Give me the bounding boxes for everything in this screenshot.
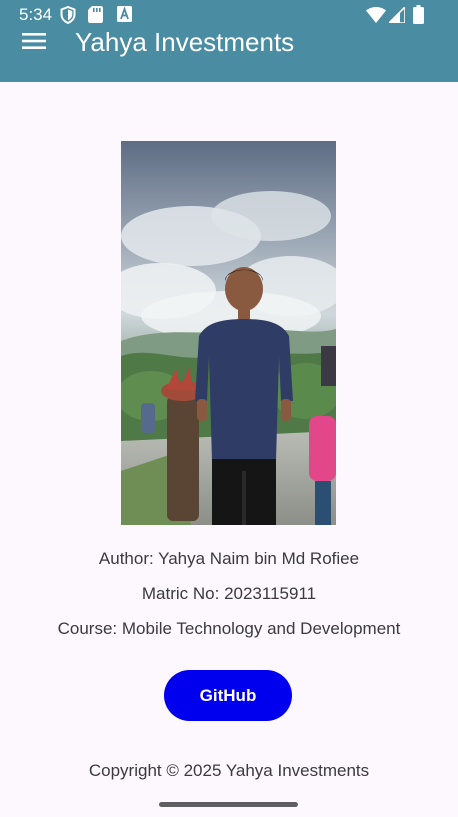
hamburger-menu-button[interactable] [14, 24, 54, 58]
sd-card-icon [88, 6, 103, 23]
status-time: 5:34 [19, 5, 53, 24]
shield-icon [60, 6, 76, 24]
app-bar: Yahya Investments [0, 24, 458, 62]
wifi-icon [366, 7, 386, 23]
course-text: Course: Mobile Technology and Developmen… [57, 619, 401, 638]
copyright-text: Copyright © 2025 Yahya Investments [88, 761, 370, 780]
battery-icon [413, 5, 424, 24]
top-app-bar: 5:34 Yahya Investments [0, 0, 458, 82]
author-text: Author: Yahya Naim bin Md Rofiee [98, 549, 360, 568]
hamburger-menu-icon [22, 33, 46, 49]
font-a-icon [117, 6, 132, 22]
matric-text: Matric No: 2023115911 [141, 584, 317, 603]
github-button[interactable]: GitHub [164, 670, 292, 721]
app-title: Yahya Investments [75, 27, 295, 57]
home-indicator[interactable] [159, 802, 298, 807]
cell-signal-icon [389, 7, 405, 23]
profile-photo [121, 141, 336, 525]
